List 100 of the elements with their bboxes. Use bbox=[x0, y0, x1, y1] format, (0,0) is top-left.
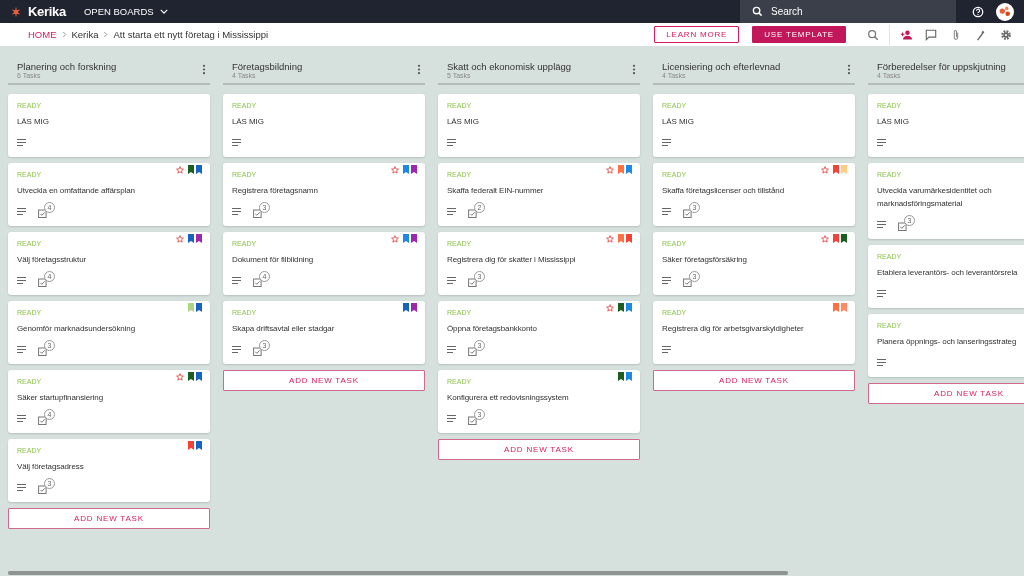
description-icon bbox=[17, 415, 26, 422]
checklist-icon bbox=[468, 276, 478, 287]
card-title: Planera öppnings- och lanseringsstrateg bbox=[877, 336, 1018, 348]
card-title: Registrera dig för skatter i Mississippi bbox=[447, 254, 577, 266]
breadcrumb-link[interactable]: Kerika bbox=[71, 29, 99, 40]
search-icon[interactable] bbox=[867, 28, 879, 41]
add-task-button[interactable]: ADD NEW TASK bbox=[8, 508, 210, 529]
help-icon[interactable] bbox=[972, 5, 984, 18]
avatar-icon[interactable] bbox=[996, 2, 1014, 21]
column-title: Licensiering och efterlevnad bbox=[662, 61, 781, 72]
checklist-icon bbox=[38, 414, 48, 425]
card-title: Skaffa företagslicenser och tillstånd bbox=[662, 185, 785, 197]
description-icon bbox=[17, 139, 26, 146]
checklist-icon bbox=[253, 276, 263, 287]
description-icon bbox=[662, 277, 671, 284]
description-icon bbox=[447, 139, 456, 146]
comment-icon[interactable] bbox=[925, 28, 937, 41]
column-title: Förberedelser för uppskjutning bbox=[877, 61, 1006, 72]
description-icon bbox=[662, 346, 671, 353]
app-logo[interactable]: Kerika bbox=[28, 4, 66, 19]
description-icon bbox=[877, 139, 886, 146]
description-icon bbox=[17, 277, 26, 284]
column-title: Skatt och ekonomisk upplägg bbox=[447, 61, 572, 72]
star-icon[interactable] bbox=[391, 165, 399, 174]
checklist-icon bbox=[898, 220, 908, 231]
more-options-icon[interactable] bbox=[202, 64, 206, 75]
card-title: Säker startupfinansiering bbox=[17, 392, 104, 404]
description-icon bbox=[877, 359, 886, 366]
card-title: LÄS MIG bbox=[232, 116, 265, 128]
star-icon[interactable] bbox=[606, 234, 614, 243]
description-icon bbox=[662, 208, 671, 215]
description-icon bbox=[17, 346, 26, 353]
checklist-icon bbox=[253, 207, 263, 218]
card-title: LÄS MIG bbox=[17, 116, 50, 128]
card-title: Registrera företagsnamn bbox=[232, 185, 319, 197]
card-title: Genomför marknadsundersökning bbox=[17, 323, 137, 335]
description-icon bbox=[447, 208, 456, 215]
star-icon[interactable] bbox=[176, 234, 184, 243]
star-icon[interactable] bbox=[391, 234, 399, 243]
description-icon bbox=[877, 221, 886, 228]
card-title: Registrera dig för arbetsgivarskyldigheter bbox=[662, 323, 805, 335]
star-icon[interactable] bbox=[821, 234, 829, 243]
card-title: LÄS MIG bbox=[877, 116, 910, 128]
description-icon bbox=[232, 139, 241, 146]
open-boards-menu[interactable]: OPEN BOARDS bbox=[83, 6, 168, 17]
description-icon bbox=[232, 277, 241, 284]
use-template-button[interactable]: USE TEMPLATE bbox=[752, 26, 846, 43]
more-options-icon[interactable] bbox=[417, 64, 421, 75]
breadcrumb-link[interactable]: HOME bbox=[28, 29, 57, 40]
card-title: Välj företagsstruktur bbox=[17, 254, 88, 266]
description-icon bbox=[877, 290, 886, 297]
wand-icon[interactable] bbox=[975, 28, 987, 41]
card-title: Utveckla en omfattande affärsplan bbox=[17, 185, 136, 197]
card-title: Konfigurera ett redovisningssystem bbox=[447, 392, 570, 404]
search-field[interactable]: Search bbox=[769, 5, 923, 18]
card-title: Utveckla varumärkesidentitet och marknadsföringsmaterial bbox=[877, 185, 993, 210]
more-options-icon[interactable] bbox=[632, 64, 636, 75]
description-icon bbox=[232, 346, 241, 353]
checklist-icon bbox=[468, 207, 478, 218]
checklist-icon bbox=[468, 414, 478, 425]
checklist-icon bbox=[38, 483, 48, 494]
caret-icon bbox=[159, 9, 168, 14]
chevron-icon bbox=[103, 31, 109, 38]
card-title: LÄS MIG bbox=[447, 116, 480, 128]
add-person-icon[interactable] bbox=[900, 28, 912, 41]
horizontal-scrollbar[interactable] bbox=[8, 571, 788, 575]
column-title: Planering och forskning bbox=[17, 61, 117, 72]
description-icon bbox=[447, 277, 456, 284]
card-title: Öppna företagsbankkonto bbox=[447, 323, 538, 335]
description-icon bbox=[447, 346, 456, 353]
add-task-button[interactable]: ADD NEW TASK bbox=[438, 439, 640, 460]
checklist-icon bbox=[38, 345, 48, 356]
column-title: Företagsbildning bbox=[232, 61, 303, 72]
search-bar[interactable]: Search bbox=[740, 0, 956, 23]
checklist-icon bbox=[468, 345, 478, 356]
star-icon[interactable] bbox=[176, 165, 184, 174]
card-title: Skaffa federalt EIN-nummer bbox=[447, 185, 545, 197]
chevron-icon bbox=[61, 31, 67, 38]
card-title: Säker företagsförsäkring bbox=[662, 254, 748, 266]
add-task-button[interactable]: ADD NEW TASK bbox=[653, 370, 855, 391]
card-title: Dokument för filbildning bbox=[232, 254, 315, 266]
star-icon[interactable] bbox=[821, 165, 829, 174]
description-icon bbox=[17, 484, 26, 491]
star-icon[interactable] bbox=[176, 372, 184, 381]
card-title: Välj företagsadress bbox=[17, 461, 85, 473]
description-icon bbox=[447, 415, 456, 422]
search-icon[interactable] bbox=[752, 6, 763, 17]
settings-icon[interactable] bbox=[1000, 28, 1012, 41]
star-icon[interactable] bbox=[606, 303, 614, 312]
star-icon[interactable] bbox=[606, 165, 614, 174]
card-title: Etablera leverantörs- och leverantörsrela bbox=[877, 267, 1019, 279]
add-task-button[interactable]: ADD NEW TASK bbox=[223, 370, 425, 391]
breadcrumb-link[interactable]: Att starta ett nytt företag i Mississippi bbox=[113, 29, 269, 40]
checklist-icon bbox=[253, 345, 263, 356]
checklist-icon bbox=[683, 207, 693, 218]
description-icon bbox=[17, 208, 26, 215]
more-options-icon[interactable] bbox=[847, 64, 851, 75]
learn-more-button[interactable]: LEARN MORE bbox=[654, 26, 740, 43]
checklist-icon bbox=[683, 276, 693, 287]
add-task-button[interactable]: ADD NEW TASK bbox=[868, 383, 1024, 404]
